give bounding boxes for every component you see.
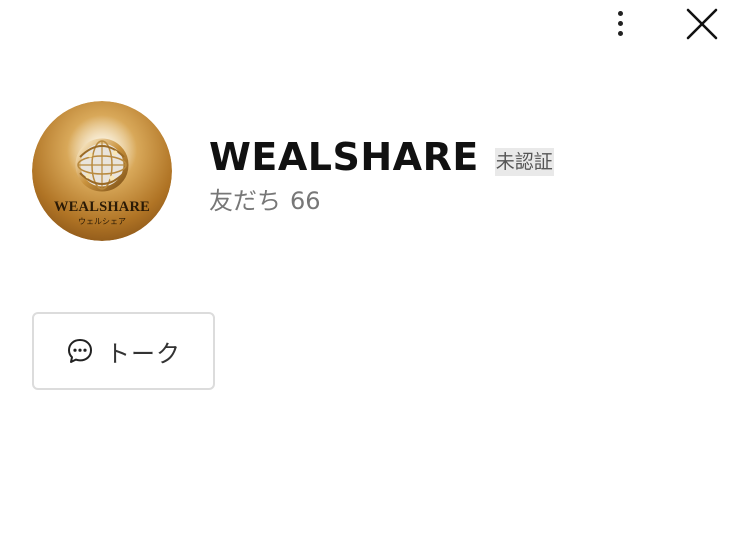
- more-vertical-icon-dot: [618, 21, 623, 26]
- logo-text: WEALSHARE: [54, 199, 150, 215]
- friends-count: 66: [290, 187, 321, 215]
- profile-page: WEALSHARE ウェルシェア WEALSHARE 未認証 友だち 66 トーク: [0, 0, 750, 560]
- talk-button[interactable]: トーク: [32, 312, 215, 390]
- avatar[interactable]: WEALSHARE ウェルシェア: [32, 101, 172, 241]
- talk-button-label: トーク: [106, 339, 181, 368]
- profile-name-row: WEALSHARE 未認証: [209, 132, 554, 182]
- close-icon: [686, 8, 718, 40]
- more-options-button[interactable]: [604, 6, 636, 42]
- more-vertical-icon: [618, 11, 623, 16]
- close-button[interactable]: [682, 4, 722, 44]
- wealshare-logo: WEALSHARE ウェルシェア: [32, 101, 172, 241]
- chat-bubble-icon: [68, 339, 92, 363]
- friends-count-row: 友だち 66: [209, 184, 321, 218]
- verification-badge: 未認証: [494, 148, 554, 176]
- logo-subtext: ウェルシェア: [78, 217, 126, 226]
- more-vertical-icon-dot: [618, 31, 623, 36]
- globe-emblem: [75, 138, 129, 192]
- friends-label: 友だち: [209, 187, 281, 215]
- account-name: WEALSHARE: [209, 135, 479, 179]
